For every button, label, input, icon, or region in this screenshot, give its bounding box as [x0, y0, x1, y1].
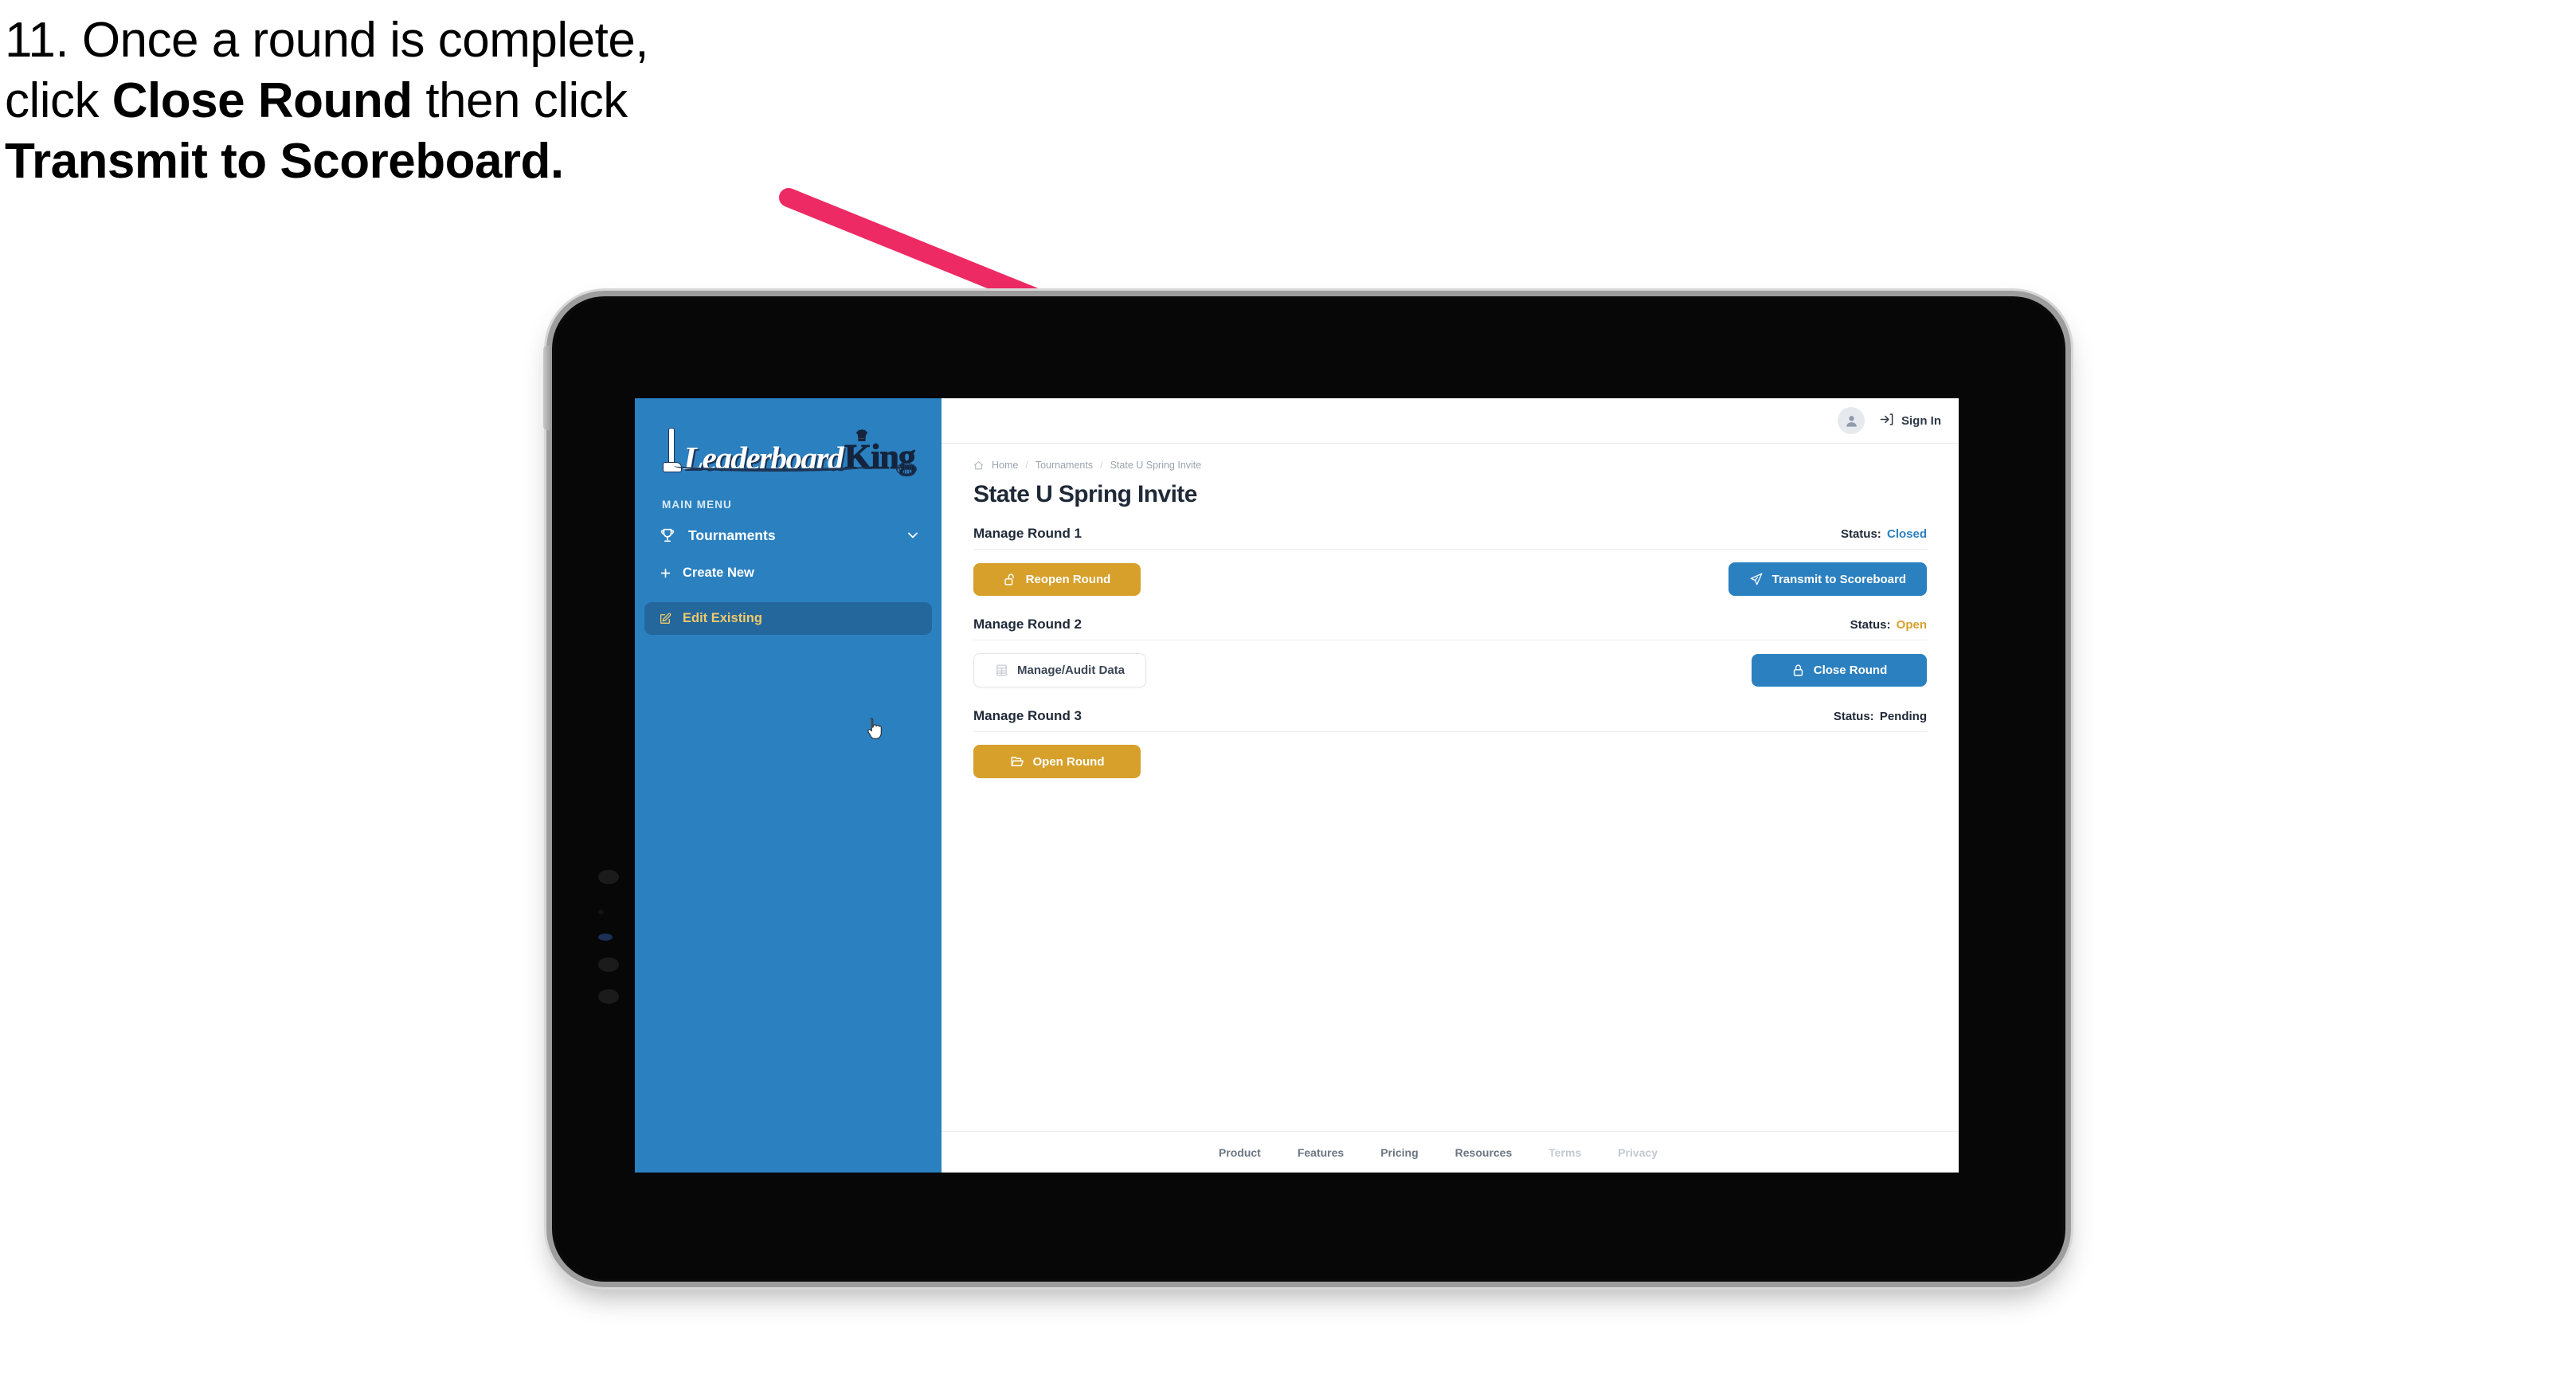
- caption-bold-transmit: Transmit to Scoreboard.: [5, 134, 564, 189]
- round-header: Manage Round 1 Status: Closed: [973, 526, 1927, 550]
- round-status: Status: Closed: [1841, 527, 1927, 541]
- sidebar-item-create-new[interactable]: Create New: [644, 557, 932, 589]
- page-title: State U Spring Invite: [973, 481, 1197, 507]
- round-actions: Open Round: [973, 745, 1927, 778]
- tablet-device: Leaderboard ♛ King MAIN MENU Tournaments…: [543, 296, 2065, 1282]
- breadcrumb-separator: /: [1100, 460, 1103, 471]
- pointer-hand-cursor: [866, 717, 887, 742]
- footer-nav: Product Features Pricing Resources Terms…: [942, 1131, 1959, 1173]
- page-body: Home / Tournaments / State U Spring Invi…: [942, 444, 1959, 1131]
- open-round-button[interactable]: Open Round: [973, 745, 1141, 778]
- status-prefix: Status:: [1833, 710, 1874, 723]
- breadcrumb-separator: /: [1025, 460, 1028, 471]
- sidebar-item-edit-existing[interactable]: Edit Existing: [644, 602, 932, 635]
- top-bar: Sign In: [942, 398, 1959, 444]
- instruction-caption: 11. Once a round is complete, click Clos…: [5, 16, 849, 198]
- paper-plane-icon: [1749, 572, 1764, 586]
- plus-icon: [656, 566, 675, 580]
- manage-audit-data-button[interactable]: Manage/Audit Data: [973, 653, 1147, 687]
- round-title: Manage Round 1: [973, 526, 1082, 541]
- breadcrumb-item-current: State U Spring Invite: [1110, 460, 1202, 471]
- table-grid-icon: [995, 664, 1008, 677]
- footer-link-product[interactable]: Product: [1219, 1146, 1261, 1159]
- caption-bold-close-round: Close Round: [112, 73, 413, 128]
- round-title: Manage Round 2: [973, 617, 1082, 632]
- button-label: Manage/Audit Data: [1017, 664, 1126, 677]
- footer-link-resources[interactable]: Resources: [1455, 1146, 1513, 1159]
- round-actions: Manage/Audit Data Close Round: [973, 653, 1927, 687]
- logo-swoosh: [674, 460, 874, 472]
- sidebar-item-label: Create New: [683, 566, 754, 580]
- pencil-square-icon: [656, 613, 675, 625]
- footer-link-terms[interactable]: Terms: [1548, 1146, 1581, 1159]
- caption-line-2-post: then click: [412, 73, 628, 128]
- footer-link-pricing[interactable]: Pricing: [1380, 1146, 1418, 1159]
- sidebar-item-label: Edit Existing: [683, 611, 762, 625]
- breadcrumb-item-tournaments[interactable]: Tournaments: [1035, 460, 1093, 471]
- tablet-sensor-dot: [598, 910, 604, 914]
- round-header: Manage Round 2 Status: Open: [973, 617, 1927, 640]
- footer-link-privacy[interactable]: Privacy: [1618, 1146, 1658, 1159]
- round-actions: Reopen Round Transmit to Scoreboard: [973, 562, 1927, 596]
- sign-in-icon: [1879, 412, 1894, 430]
- tablet-sensor-dot: [598, 957, 619, 972]
- tablet-camera-lens: [598, 934, 613, 941]
- open-folder-icon: [1010, 754, 1024, 769]
- user-avatar-icon[interactable]: [1838, 407, 1865, 434]
- app-logo[interactable]: Leaderboard ♛ King: [635, 413, 942, 481]
- breadcrumb: Home / Tournaments / State U Spring Invi…: [973, 460, 1927, 471]
- button-label: Reopen Round: [1025, 572, 1111, 586]
- transmit-to-scoreboard-button[interactable]: Transmit to Scoreboard: [1728, 562, 1927, 596]
- round-block-2: Manage Round 2 Status: Open Manage/Audit…: [973, 617, 1927, 687]
- home-icon: [973, 460, 984, 471]
- status-badge: Open: [1896, 618, 1927, 632]
- screenshot-root: 11. Once a round is complete, click Clos…: [0, 0, 2576, 1386]
- sidebar-group-label: Tournaments: [688, 527, 776, 543]
- status-prefix: Status:: [1850, 618, 1891, 632]
- crown-icon: ♛: [855, 428, 868, 444]
- button-label: Close Round: [1813, 664, 1888, 677]
- close-round-button[interactable]: Close Round: [1752, 654, 1927, 687]
- caption-line-1: 11. Once a round is complete,: [5, 13, 649, 68]
- sidebar-section-label: MAIN MENU: [662, 499, 732, 511]
- tablet-bezel: Leaderboard ♛ King MAIN MENU Tournaments…: [555, 300, 2062, 1278]
- round-status: Status: Pending: [1834, 710, 1927, 723]
- main-content: Sign In Home / Tournaments / State U Spr…: [942, 398, 1959, 1173]
- round-block-3: Manage Round 3 Status: Pending Open Roun…: [973, 708, 1927, 778]
- button-label: Transmit to Scoreboard: [1771, 572, 1906, 586]
- round-title: Manage Round 3: [973, 708, 1082, 723]
- app-screen: Leaderboard ♛ King MAIN MENU Tournaments…: [635, 398, 1959, 1173]
- round-status: Status: Open: [1850, 618, 1927, 632]
- caption-line-3: Transmit to Scoreboard.: [5, 137, 849, 186]
- sign-in-label: Sign In: [1901, 413, 1941, 428]
- breadcrumb-item-home[interactable]: Home: [992, 460, 1018, 471]
- sidebar-group-tournaments[interactable]: Tournaments: [659, 527, 921, 544]
- footer-link-features[interactable]: Features: [1298, 1146, 1344, 1159]
- caption-line-2-pre: click: [5, 73, 112, 128]
- reopen-round-button[interactable]: Reopen Round: [973, 562, 1141, 596]
- tablet-side-button[interactable]: [543, 346, 551, 430]
- status-badge: Pending: [1879, 710, 1927, 723]
- round-header: Manage Round 3 Status: Pending: [973, 708, 1927, 732]
- sign-in-button[interactable]: Sign In: [1879, 412, 1941, 430]
- button-label: Open Round: [1032, 754, 1105, 769]
- trophy-icon: [659, 527, 679, 544]
- chevron-down-icon[interactable]: [905, 527, 921, 543]
- status-badge: Closed: [1886, 527, 1927, 541]
- tablet-sensor-dot: [598, 870, 619, 884]
- status-prefix: Status:: [1840, 527, 1881, 541]
- sidebar: Leaderboard ♛ King MAIN MENU Tournaments…: [635, 398, 942, 1173]
- lock-icon: [1791, 664, 1805, 677]
- unlock-icon: [1004, 573, 1017, 586]
- round-block-1: Manage Round 1 Status: Closed Reopen Rou…: [973, 526, 1927, 596]
- tablet-sensor-dot: [598, 989, 619, 1004]
- caption-line-2: click Close Round then click: [5, 76, 849, 126]
- golf-ball-icon: [895, 463, 917, 476]
